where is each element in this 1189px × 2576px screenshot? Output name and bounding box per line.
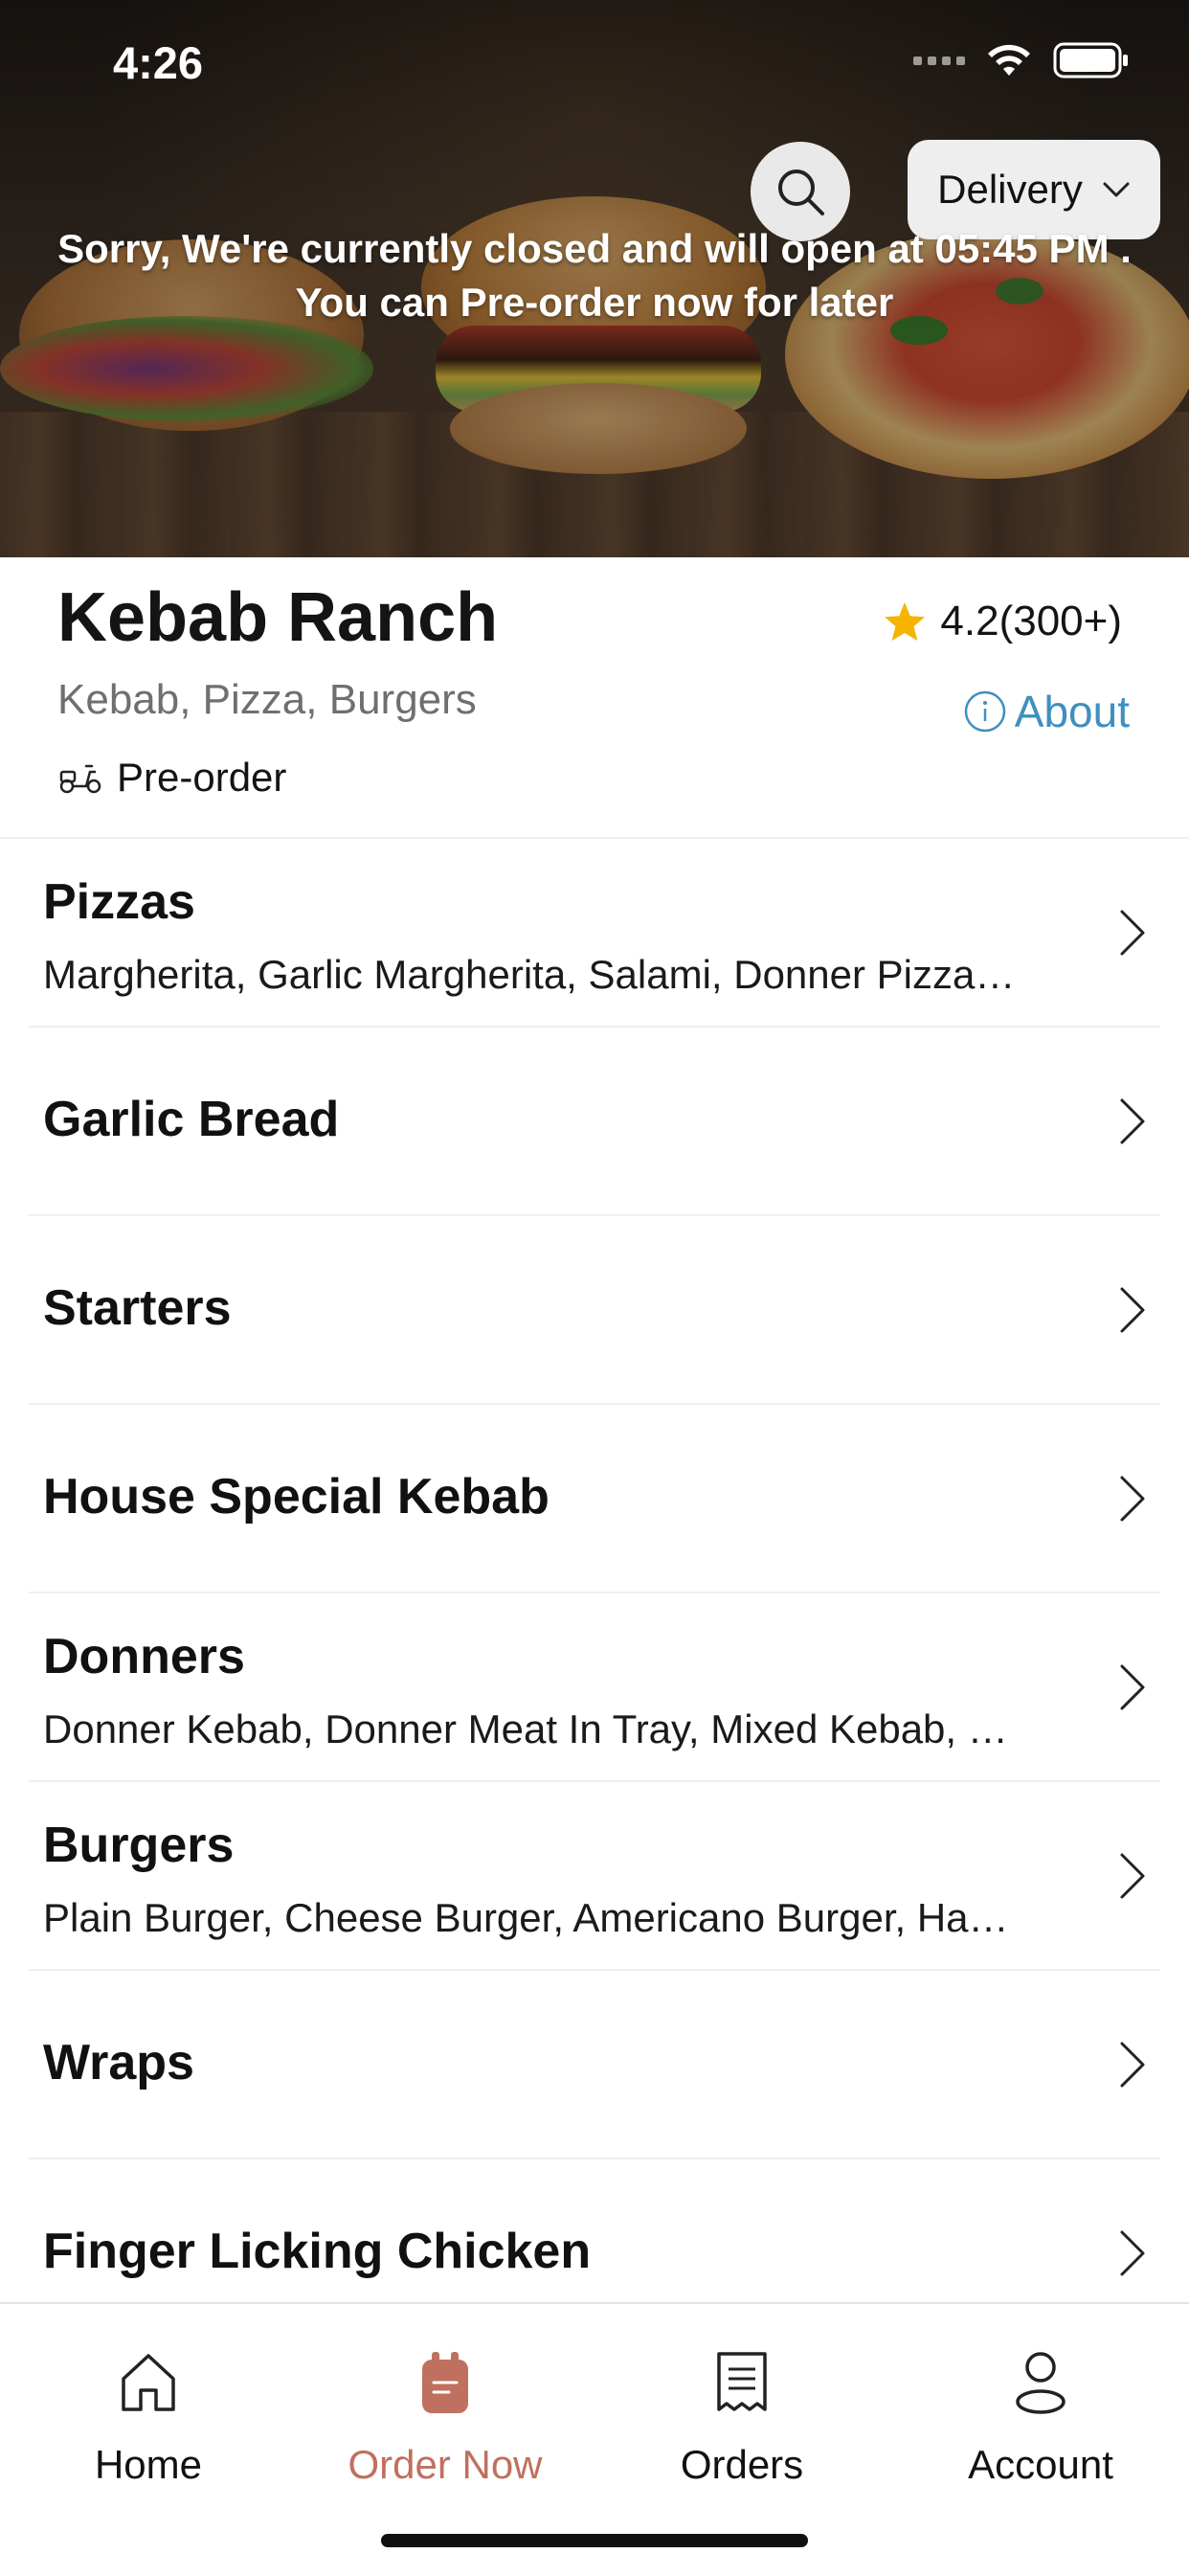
category-burgers[interactable]: Burgers Plain Burger, Cheese Burger, Ame… [0, 1782, 1189, 1971]
order-bag-icon [422, 2352, 468, 2413]
chevron-right-icon [1120, 1853, 1145, 1899]
category-title: Donners [43, 1629, 245, 1684]
search-icon [778, 169, 824, 215]
category-wraps[interactable]: Wraps [0, 1971, 1189, 2159]
category-title: House Special Kebab [43, 1469, 550, 1525]
delivery-mode-label: Delivery [937, 167, 1083, 212]
user-icon [1016, 2352, 1066, 2414]
order-type-label: Pre-order [117, 755, 287, 800]
receipt-icon [717, 2352, 767, 2411]
chevron-right-icon [1120, 1476, 1145, 1522]
battery-icon [1053, 42, 1128, 79]
category-starters[interactable]: Starters [0, 1216, 1189, 1405]
nav-home-label: Home [94, 2442, 203, 2487]
rating-value: 4.2(300+) [940, 598, 1122, 644]
category-title: Starters [43, 1280, 232, 1336]
closed-notice-line1: Sorry, We're currently closed and will o… [57, 226, 1132, 271]
restaurant-cuisines: Kebab, Pizza, Burgers [57, 676, 477, 723]
category-house-special-kebab[interactable]: House Special Kebab [0, 1405, 1189, 1593]
status-time: 4:26 [113, 37, 204, 88]
chevron-right-icon [1120, 1287, 1145, 1333]
category-description: Plain Burger, Cheese Burger, Americano B… [43, 1895, 1020, 1940]
category-description: Margherita, Garlic Margherita, Salami, D… [43, 952, 1020, 997]
nav-home[interactable]: Home [0, 2304, 297, 2534]
closed-notice: Sorry, We're currently closed and will o… [0, 222, 1189, 329]
chevron-right-icon [1120, 2042, 1145, 2088]
menu-category-list: Pizzas Margherita, Garlic Margherita, Sa… [0, 839, 1189, 2348]
chevron-right-icon [1120, 2230, 1145, 2276]
nav-account[interactable]: Account [892, 2304, 1189, 2534]
status-indicators [913, 42, 1130, 79]
restaurant-rating: 4.2(300+) [883, 598, 1122, 645]
category-title: Finger Licking Chicken [43, 2224, 592, 2279]
order-type: Pre-order [57, 755, 286, 801]
chevron-right-icon [1120, 1098, 1145, 1144]
nav-order-now[interactable]: Order Now [297, 2304, 594, 2534]
info-icon [964, 690, 1006, 733]
home-icon [122, 2354, 175, 2411]
about-link[interactable]: About [963, 686, 1130, 737]
nav-orders[interactable]: Orders [594, 2304, 890, 2534]
category-title: Garlic Bread [43, 1092, 340, 1147]
wifi-icon [988, 44, 1030, 76]
category-title: Pizzas [43, 874, 195, 930]
chevron-right-icon [1120, 1664, 1145, 1710]
category-title: Burgers [43, 1818, 235, 1873]
closed-notice-line2: You can Pre-order now for later [295, 280, 894, 325]
chevron-right-icon [1120, 910, 1145, 956]
cellular-signal-icon [913, 56, 965, 65]
category-description: Donner Kebab, Donner Meat In Tray, Mixed… [43, 1706, 1020, 1751]
nav-orders-label: Orders [680, 2442, 804, 2487]
category-title: Wraps [43, 2035, 194, 2090]
about-label: About [1014, 687, 1130, 736]
restaurant-name: Kebab Ranch [57, 579, 499, 656]
category-donners[interactable]: Donners Donner Kebab, Donner Meat In Tra… [0, 1593, 1189, 1782]
category-pizzas[interactable]: Pizzas Margherita, Garlic Margherita, Sa… [0, 839, 1189, 1028]
star-icon [885, 601, 926, 642]
scooter-icon [59, 764, 101, 794]
chevron-down-icon [1103, 182, 1130, 197]
nav-account-label: Account [968, 2442, 1113, 2487]
category-garlic-bread[interactable]: Garlic Bread [0, 1028, 1189, 1216]
nav-order-now-label: Order Now [348, 2442, 543, 2487]
home-indicator [381, 2534, 808, 2547]
